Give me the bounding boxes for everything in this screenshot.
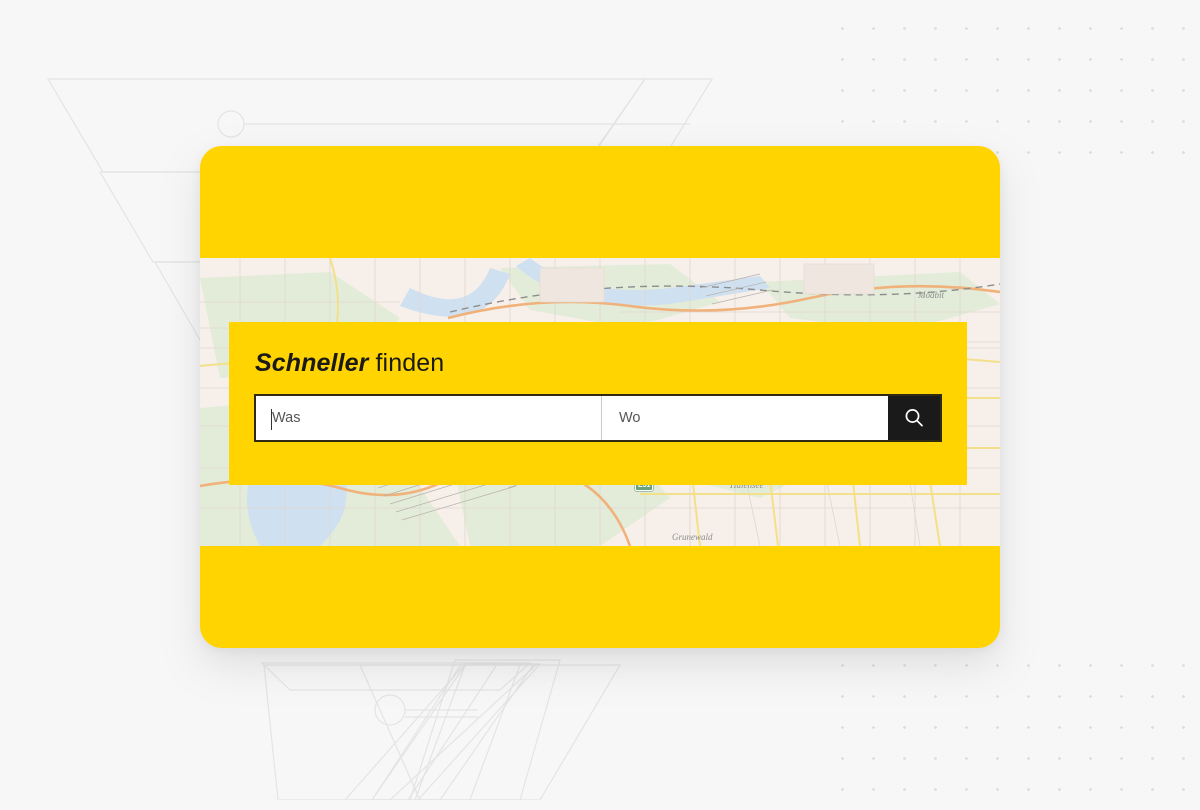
decor-shape-7 [359,664,521,800]
page-title-light: finden [375,349,445,377]
text-caret [271,409,272,430]
search-input-what-value: Was [272,410,301,426]
search-button[interactable] [888,396,940,440]
decor-shape-8 [344,663,542,800]
search-panel: Schneller finden Was Wo [229,322,967,485]
map-label-moabit: Moabit [918,290,944,300]
decor-shape-5 [260,662,532,691]
decor-pin-circle-bottom [374,694,406,726]
search-input-what[interactable]: Was [256,396,601,440]
decor-shape-11 [371,663,536,800]
page-title: Schneller finden [255,349,444,378]
decor-pin-circle-top [217,110,245,138]
page-title-strong: Schneller [255,349,369,377]
promo-card: Moabit Halensee Grunewald E51 Schneller … [200,146,1000,648]
decor-shape-12 [409,659,561,800]
search-bar: Was Wo [254,394,942,442]
search-input-where[interactable]: Wo [601,396,888,440]
decor-shape-9 [371,662,500,800]
map-label-grunewald: Grunewald [672,532,713,542]
dot-grid-bottom-right [827,650,1187,810]
search-input-where-value: Wo [619,410,641,426]
decor-shape-6 [263,664,538,800]
decor-shape-10 [414,664,622,800]
search-icon [905,409,923,427]
